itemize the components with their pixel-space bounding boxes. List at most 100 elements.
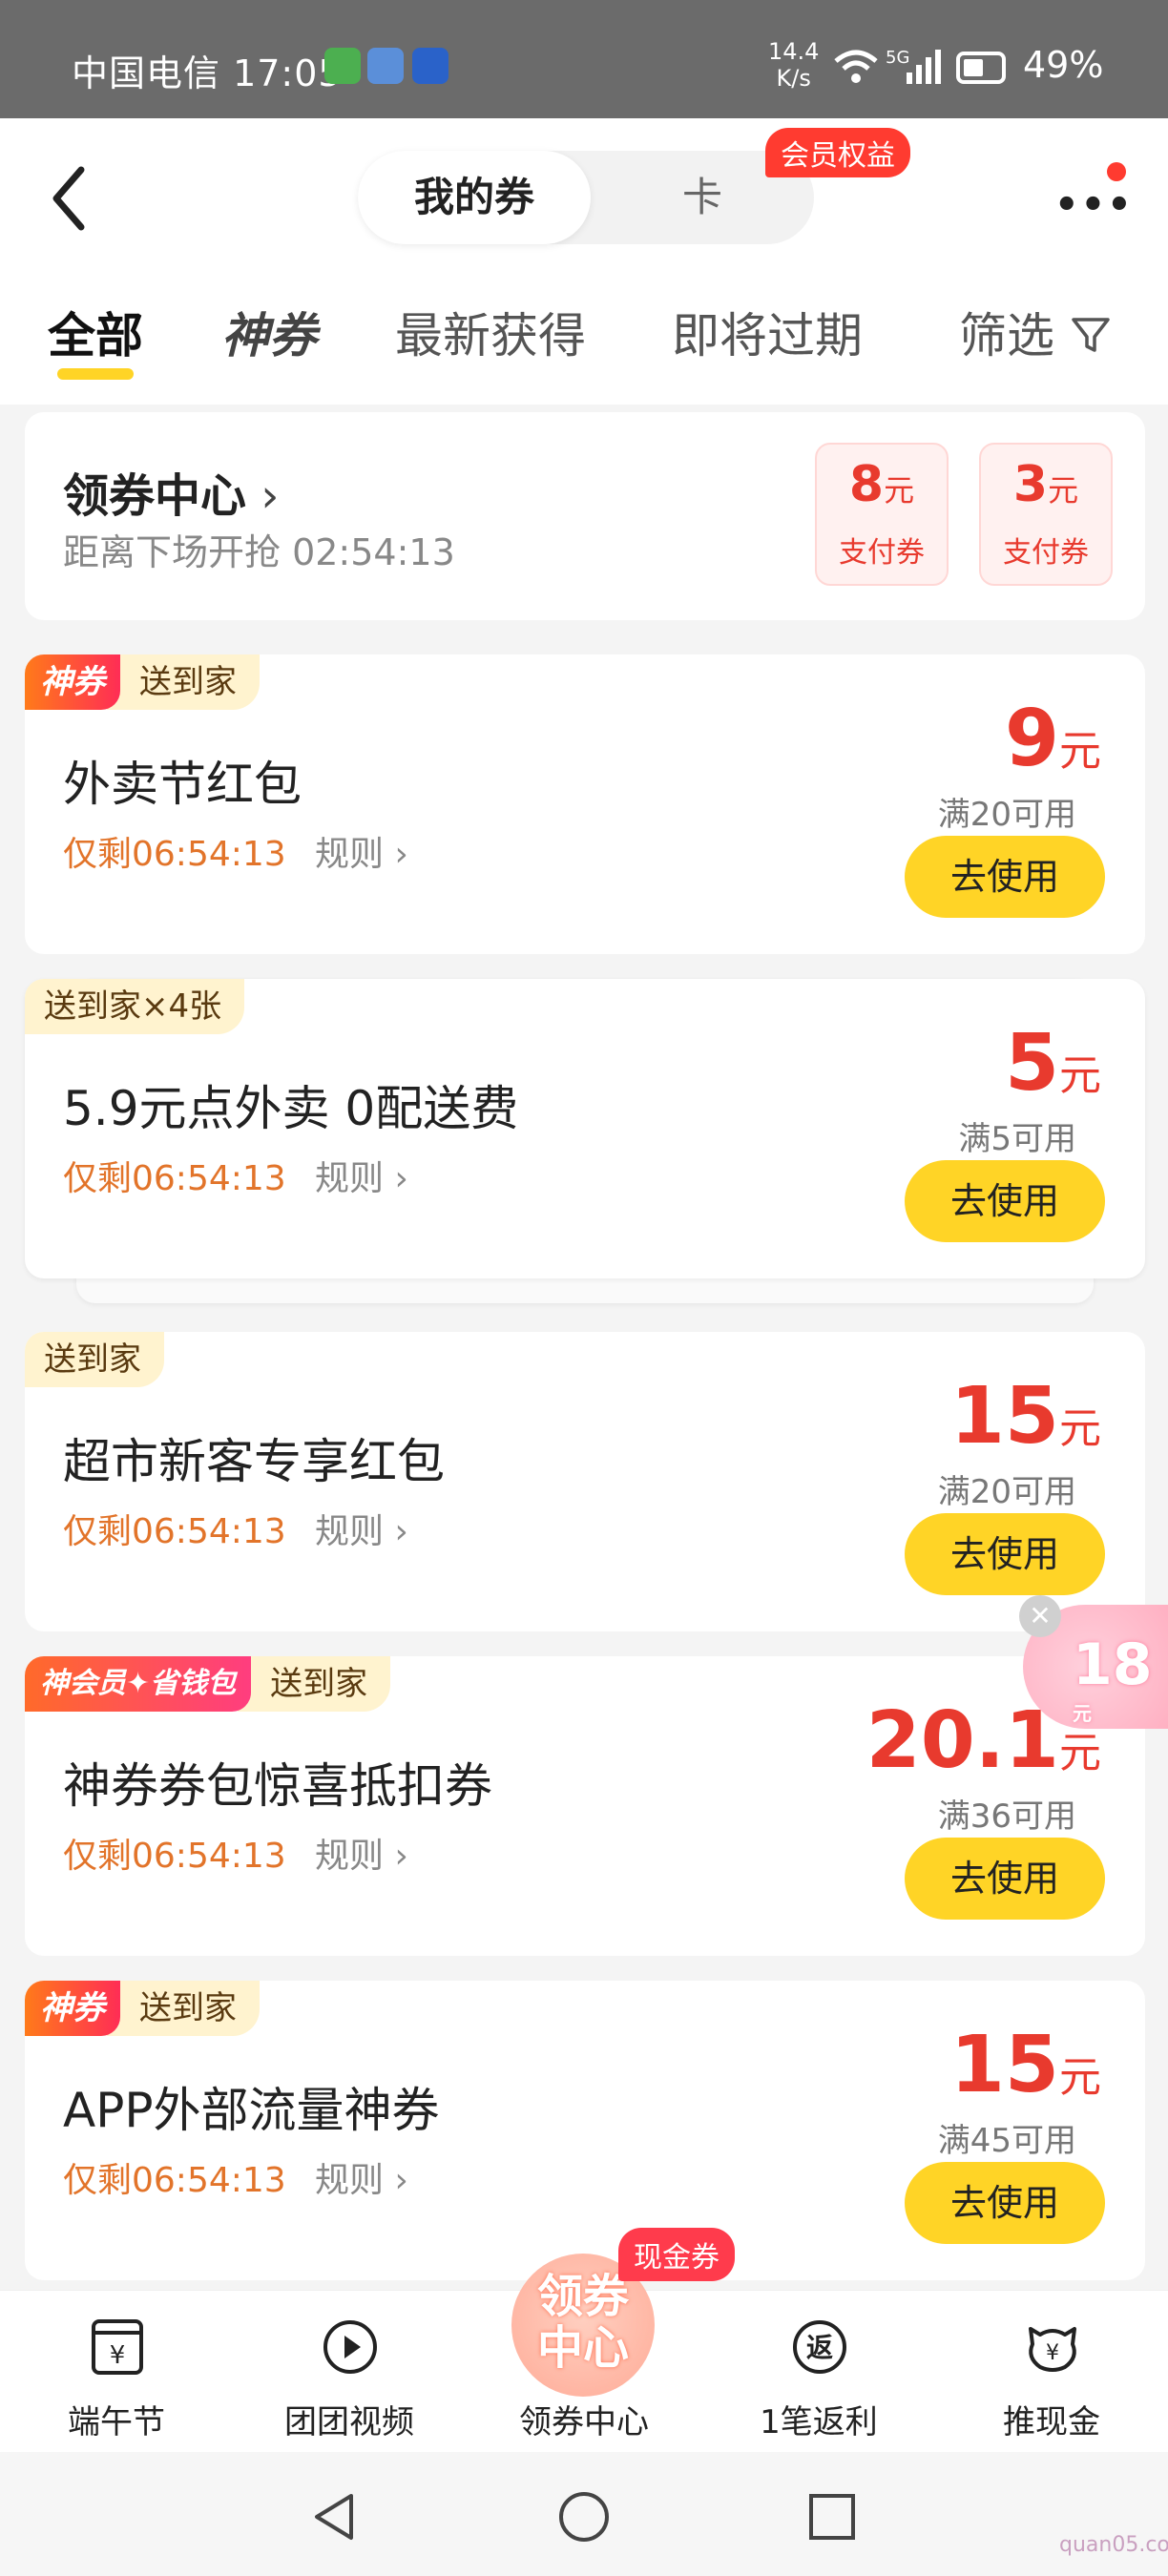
- coupon-countdown: 仅剩06:54:13: [63, 1159, 286, 1198]
- segment-control: 我的券 卡: [358, 151, 814, 244]
- svg-text:¥: ¥: [110, 2341, 126, 2370]
- coupon-amount: 15元: [949, 1371, 1101, 1462]
- delivery-tag: 送到家: [25, 1332, 164, 1387]
- coupon-tags: 神券 送到家: [25, 1981, 260, 2036]
- funnel-icon: [1072, 318, 1110, 352]
- use-button[interactable]: 去使用: [905, 1160, 1105, 1242]
- coupon-center-card[interactable]: 领券中心 › 距离下场开抢 02:54:13 8元 支付券 3元 支付券: [25, 412, 1145, 620]
- coupon-title: 外卖节红包: [63, 757, 302, 812]
- coupon-condition: 满36可用: [937, 1797, 1076, 1836]
- filter-label: 筛选: [959, 308, 1054, 364]
- cash-coupon-badge: 现金券: [618, 2228, 735, 2281]
- shen-coupon-tag: 神券: [25, 654, 120, 710]
- rule-link[interactable]: 规则 ›: [315, 1828, 408, 1878]
- coupon-condition: 满20可用: [937, 796, 1076, 834]
- status-bar: 中国电信 17:05 14.4 K/s 5G 49%: [0, 0, 1168, 118]
- delivery-tag: 送到家: [107, 654, 260, 710]
- promo-suffix: 元: [1073, 1702, 1092, 1725]
- coupon-title: APP外部流量神券: [63, 2083, 440, 2138]
- carrier-time: 中国电信 17:05: [72, 52, 343, 94]
- svg-text:返: 返: [806, 2332, 833, 2363]
- piggy-bank-icon: ¥: [1029, 2327, 1076, 2372]
- delivery-tag: 送到家: [107, 1981, 260, 2036]
- use-button[interactable]: 去使用: [905, 836, 1105, 918]
- tab-my-coupons[interactable]: 我的券: [358, 151, 591, 244]
- wifi-icon: [834, 50, 878, 83]
- active-tab-indicator: [57, 368, 134, 380]
- use-button[interactable]: 去使用: [905, 1838, 1105, 1920]
- payment-coupon-mini[interactable]: 3元 支付券: [979, 443, 1113, 586]
- chevron-right-icon: ›: [384, 2161, 408, 2200]
- signal-icon: [907, 50, 941, 84]
- coupon-amount: 9元: [1004, 694, 1101, 784]
- use-button[interactable]: 去使用: [905, 2162, 1105, 2244]
- coupon-countdown: 仅剩06:54:13: [63, 835, 286, 874]
- chevron-right-icon: ›: [384, 1512, 408, 1551]
- nav-item-cash[interactable]: ¥ 推现金: [956, 2291, 1147, 2453]
- vip-benefits-badge[interactable]: 会员权益: [765, 128, 910, 177]
- coupon-card: 神会员✦省钱包 送到家 神券券包惊喜抵扣券 仅剩06:54:13 规则 › 20…: [25, 1656, 1145, 1956]
- coupon-condition: 满5可用: [958, 1120, 1076, 1158]
- coupon-condition: 满20可用: [937, 1473, 1076, 1511]
- coupon-countdown: 仅剩06:54:13: [63, 1837, 286, 1876]
- rule-link[interactable]: 规则 ›: [315, 1504, 408, 1553]
- chevron-right-icon: ›: [384, 1837, 408, 1876]
- chevron-right-icon: ›: [246, 469, 280, 523]
- nav-item-video[interactable]: 团团视频: [254, 2291, 445, 2453]
- chevron-right-icon: ›: [384, 835, 408, 874]
- coupon-card: 神券 送到家 APP外部流量神券 仅剩06:54:13 规则 › 15元 满45…: [25, 1981, 1145, 2280]
- coupon-center-title[interactable]: 领券中心 ›: [63, 458, 279, 525]
- coupon-tags: 神会员✦省钱包 送到家: [25, 1656, 391, 1712]
- system-nav-bar: [0, 2452, 1168, 2576]
- battery-level: [964, 59, 983, 76]
- rule-link[interactable]: 规则 ›: [315, 2152, 408, 2202]
- countdown-text: 距离下场开抢 02:54:13: [63, 531, 455, 573]
- svg-text:¥: ¥: [1046, 2341, 1059, 2365]
- coupon-card: 神券 送到家 外卖节红包 仅剩06:54:13 规则 › 9元 满20可用 去使…: [25, 654, 1145, 954]
- watermark: quan05.com: [1059, 2533, 1168, 2557]
- coupon-card: 送到家 超市新客专享红包 仅剩06:54:13 规则 › 15元 满20可用 去…: [25, 1332, 1145, 1631]
- nav-item-dragon-boat[interactable]: ¥ 端午节: [21, 2291, 212, 2453]
- coupon-tags: 神券 送到家: [25, 654, 260, 710]
- coupon-countdown: 仅剩06:54:13: [63, 2161, 286, 2200]
- filter-expiring[interactable]: 即将过期: [672, 298, 863, 366]
- rebate-icon: 返: [793, 2320, 846, 2374]
- app-notification-icon: [412, 48, 448, 84]
- weather-icon: [367, 48, 404, 84]
- more-icon[interactable]: •••: [1054, 183, 1134, 227]
- coupon-amount: 15元: [949, 2020, 1101, 2110]
- coupon-title: 神券券包惊喜抵扣券: [63, 1758, 492, 1814]
- back-triangle-icon[interactable]: [307, 2490, 361, 2544]
- coupon-countdown: 仅剩06:54:13: [63, 1512, 286, 1551]
- payment-coupon-mini[interactable]: 8元 支付券: [815, 443, 949, 586]
- nav-item-rebate[interactable]: 返 1笔返利: [723, 2291, 914, 2453]
- rule-link[interactable]: 规则 ›: [315, 1151, 408, 1200]
- coupon-title: 超市新客专享红包: [63, 1434, 445, 1489]
- home-circle-icon[interactable]: [557, 2490, 611, 2544]
- battery-percent: 49%: [1023, 44, 1104, 86]
- coupon-tags: 送到家×4张: [25, 979, 245, 1034]
- coupon-tags: 送到家: [25, 1332, 164, 1387]
- filter-shen-coupon[interactable]: 神券: [221, 298, 317, 366]
- notification-dot: [1107, 162, 1126, 181]
- rule-link[interactable]: 规则 ›: [315, 826, 408, 876]
- filter-newest[interactable]: 最新获得: [395, 298, 586, 366]
- calendar-yuan-icon: ¥: [92, 2319, 143, 2375]
- coupon-card: 送到家×4张 5.9元点外卖 0配送费 仅剩06:54:13 规则 › 5元 满…: [25, 979, 1145, 1278]
- close-icon[interactable]: ✕: [1019, 1595, 1061, 1637]
- shen-member-tag: 神会员✦省钱包: [25, 1656, 252, 1712]
- shen-coupon-tag: 神券: [25, 1981, 120, 2036]
- net-speed: 14.4 K/s: [768, 38, 820, 92]
- promo-number: 18元: [1073, 1631, 1153, 1725]
- delivery-tag: 送到家: [238, 1656, 391, 1712]
- coupon-condition: 满45可用: [937, 2122, 1076, 2160]
- play-icon: [323, 2320, 377, 2374]
- back-arrow-icon[interactable]: [43, 160, 100, 237]
- recents-square-icon[interactable]: [807, 2492, 857, 2542]
- filter-button[interactable]: 筛选: [959, 298, 1112, 366]
- use-button[interactable]: 去使用: [905, 1513, 1105, 1595]
- coupon-amount: 5元: [1004, 1018, 1101, 1109]
- app-notification-icon: [324, 48, 361, 84]
- filter-all[interactable]: 全部: [48, 298, 143, 366]
- chevron-right-icon: ›: [384, 1159, 408, 1198]
